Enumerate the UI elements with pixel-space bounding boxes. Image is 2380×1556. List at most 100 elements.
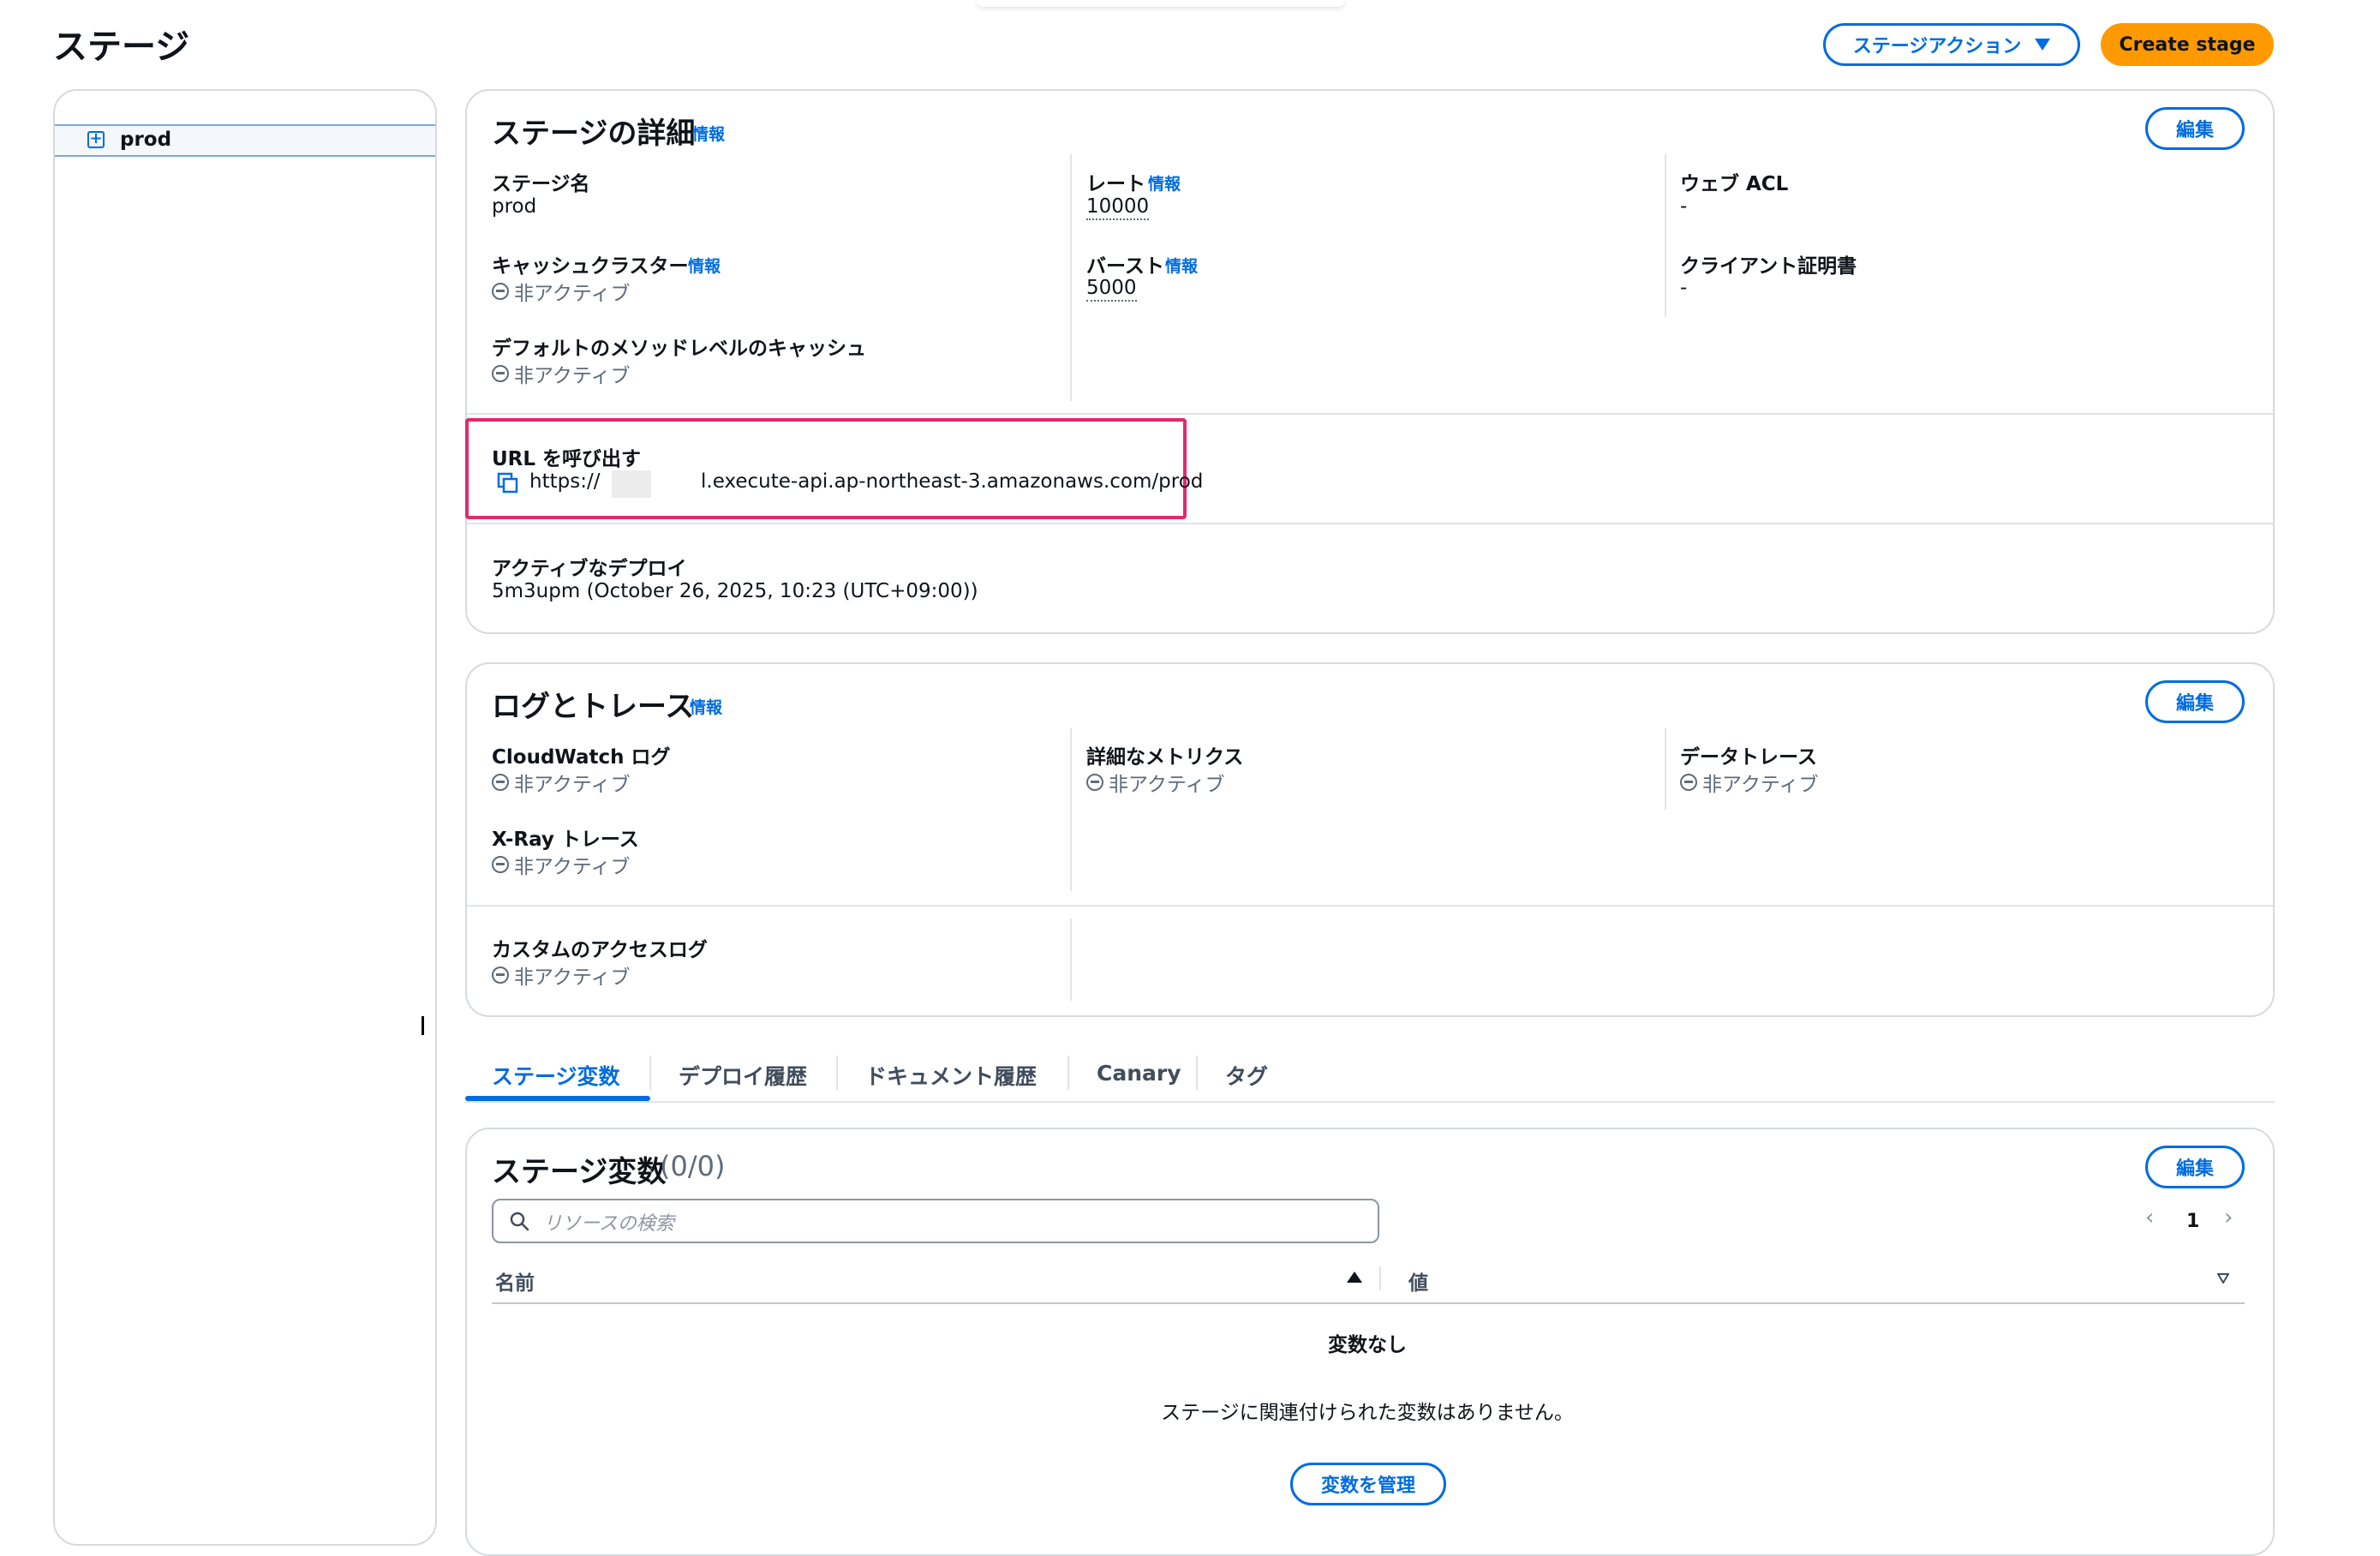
cache-cluster-label: キャッシュクラスター (492, 255, 689, 278)
column-divider (1665, 154, 1666, 317)
tab-divider (1067, 1056, 1069, 1090)
client-cert-label: クライアント証明書 (1680, 255, 1857, 278)
web-acl-value: - (1680, 195, 1688, 218)
search-placeholder: リソースの検索 (543, 1213, 674, 1235)
column-divider (1070, 919, 1072, 1001)
active-deploy-value: 5m3upm (October 26, 2025, 10:23 (UTC+09:… (492, 580, 978, 602)
invoke-url-prefix[interactable]: https:// (529, 470, 600, 493)
stage-details-title: ステージの詳細 (492, 117, 696, 151)
column-header-name[interactable]: 名前 (495, 1266, 535, 1296)
data-trace-status: 非アクティブ (1680, 768, 1818, 797)
custom-access-status-text: 非アクティブ (514, 967, 631, 989)
active-deploy-label: アクティブなデプロイ (492, 558, 687, 580)
invoke-url-label: URL を呼び出す (492, 448, 642, 470)
stage-vars-count: (0/0) (660, 1150, 726, 1182)
rate-info-link[interactable]: 情報 (1148, 171, 1181, 194)
rate-value: 10000 (1086, 195, 1150, 220)
stage-actions-label: ステージアクション (1852, 36, 2022, 57)
cache-cluster-info-link[interactable]: 情報 (688, 254, 721, 277)
stage-name-value: prod (492, 195, 537, 218)
create-stage-button[interactable]: Create stage (2101, 23, 2274, 66)
rate-label: レート (1086, 173, 1145, 195)
column-header-value[interactable]: 値 (1408, 1266, 1428, 1296)
stage-details-info-link[interactable]: 情報 (692, 122, 725, 145)
burst-info-link[interactable]: 情報 (1165, 254, 1198, 277)
inactive-status-icon (1086, 774, 1103, 791)
page-number[interactable]: 1 (2186, 1211, 2199, 1232)
cloudwatch-label: CloudWatch ログ (492, 746, 671, 769)
logs-info-link[interactable]: 情報 (690, 695, 722, 718)
inactive-status-icon (1680, 774, 1697, 791)
expand-icon[interactable]: + (87, 131, 105, 148)
column-divider (1070, 154, 1072, 401)
inactive-status-icon (492, 856, 509, 873)
active-tab-indicator (465, 1096, 650, 1101)
client-cert-value: - (1680, 277, 1688, 299)
empty-state-text: ステージに関連付けられた変数はありません。 (1161, 1402, 1574, 1424)
cloudwatch-status-text: 非アクティブ (514, 774, 631, 796)
column-divider (1665, 728, 1666, 810)
web-acl-label: ウェブ ACL (1680, 173, 1789, 195)
stage-vars-title: ステージ変数 (492, 1155, 667, 1189)
stage-vars-edit-button[interactable]: 編集 (2145, 1146, 2245, 1188)
section-divider (467, 905, 2273, 907)
chevron-left-icon[interactable]: ‹ (2145, 1205, 2154, 1230)
inactive-status-icon (492, 967, 509, 984)
data-trace-status-text: 非アクティブ (1702, 774, 1819, 796)
column-divider (1070, 728, 1072, 891)
sort-ascending-icon[interactable] (1347, 1272, 1362, 1283)
tab-document-history[interactable]: ドキュメント履歴 (865, 1060, 1037, 1091)
invoke-url-suffix[interactable]: l.execute-api.ap-northeast-3.amazonaws.c… (701, 470, 1203, 493)
burst-label: バースト (1086, 255, 1164, 278)
xray-status-text: 非アクティブ (514, 856, 631, 878)
empty-state-title: 変数なし (1328, 1334, 1407, 1356)
page-title: ステージ (53, 27, 190, 67)
section-divider (467, 413, 2273, 415)
logs-edit-button[interactable]: 編集 (2145, 680, 2245, 723)
inactive-status-icon (492, 283, 509, 300)
metrics-status-text: 非アクティブ (1109, 774, 1225, 796)
top-shadow (977, 0, 1345, 7)
tree-item-label[interactable]: prod (120, 129, 171, 151)
default-cache-status: 非アクティブ (492, 359, 630, 388)
stage-actions-button[interactable]: ステージアクション (1823, 23, 2080, 66)
tab-divider (836, 1056, 838, 1090)
stage-details-edit-button[interactable]: 編集 (2145, 107, 2245, 150)
logs-title: ログとトレース (492, 690, 695, 724)
chevron-down-icon (2035, 39, 2051, 51)
metrics-status: 非アクティブ (1086, 768, 1224, 797)
chevron-right-icon[interactable]: › (2224, 1205, 2233, 1230)
metrics-label: 詳細なメトリクス (1086, 746, 1244, 769)
stage-details-card (465, 89, 2275, 634)
table-header-divider (492, 1302, 2245, 1304)
custom-access-label: カスタムのアクセスログ (492, 939, 708, 961)
sort-descending-icon[interactable] (2217, 1273, 2229, 1284)
inactive-status-icon (492, 365, 509, 382)
burst-value: 5000 (1086, 277, 1137, 302)
column-divider (1379, 1266, 1381, 1290)
tabs-baseline (465, 1101, 2275, 1103)
custom-access-status: 非アクティブ (492, 961, 630, 990)
tab-stage-variables[interactable]: ステージ変数 (492, 1060, 620, 1091)
cache-cluster-status: 非アクティブ (492, 277, 630, 306)
section-divider (467, 523, 2273, 524)
tree-item-prod[interactable] (55, 124, 435, 157)
manage-variables-button[interactable]: 変数を管理 (1290, 1463, 1446, 1505)
cache-cluster-status-text: 非アクティブ (514, 283, 631, 305)
default-cache-label: デフォルトのメソッドレベルのキャッシュ (492, 338, 866, 360)
inactive-status-icon (492, 774, 509, 791)
redacted-api-id (612, 470, 651, 498)
data-trace-label: データトレース (1680, 746, 1817, 769)
default-cache-status-text: 非アクティブ (514, 365, 631, 387)
xray-status: 非アクティブ (492, 850, 630, 879)
tab-tags[interactable]: タグ (1225, 1060, 1268, 1091)
tab-canary[interactable]: Canary (1097, 1061, 1181, 1086)
copy-icon[interactable] (497, 472, 519, 494)
cloudwatch-status: 非アクティブ (492, 768, 630, 797)
tab-deploy-history[interactable]: デプロイ履歴 (679, 1060, 807, 1091)
tab-divider (1196, 1056, 1198, 1090)
stage-tree-panel (53, 89, 437, 1546)
tab-divider (649, 1056, 651, 1090)
search-icon (510, 1212, 529, 1231)
stage-name-label: ステージ名 (492, 173, 590, 195)
